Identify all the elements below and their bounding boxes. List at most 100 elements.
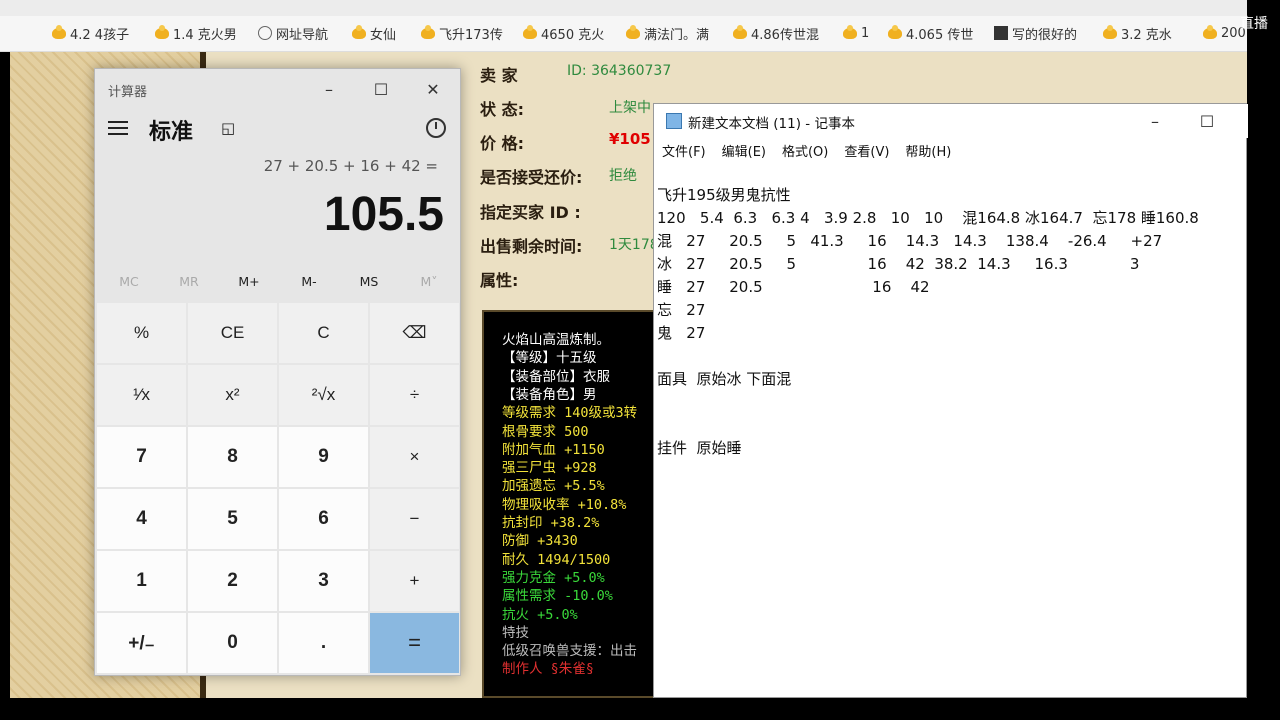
minimize-button[interactable]: – — [309, 75, 349, 103]
price-value: ¥105 — [609, 130, 651, 148]
bookmark-item[interactable]: 1.4 克火男 — [155, 22, 237, 44]
notepad-menu-item[interactable]: 编辑(E) — [714, 138, 774, 162]
item-attribute-line: 属性需求 -10.0% — [502, 588, 613, 605]
mascot-icon — [421, 24, 435, 39]
overlay-text: 直播 — [1240, 16, 1268, 32]
bookmark-item[interactable]: 1 — [843, 22, 869, 44]
bookmark-label: 满法门。满 — [644, 27, 710, 43]
divide-key[interactable]: ÷ — [370, 365, 459, 425]
digit-9-key[interactable]: 9 — [279, 427, 368, 487]
address-bar-strip — [0, 0, 1247, 16]
item-attribute-line: 【装备角色】男 — [502, 386, 597, 403]
memory-row: MC MR M+ M- MS M˅ — [99, 274, 459, 298]
bookmark-label: 4.2 4孩子 — [70, 27, 130, 43]
digit-1-key[interactable]: 1 — [97, 551, 186, 611]
memory-button[interactable]: MS — [339, 274, 399, 298]
notepad-text-area[interactable]: 飞升195级男鬼抗性 120 5.4 6.3 6.3 4 3.9 2.8 10 … — [657, 184, 1199, 460]
subtract-key[interactable]: − — [370, 489, 459, 549]
digit-8-key[interactable]: 8 — [188, 427, 277, 487]
notepad-minimize-button[interactable]: – — [1135, 107, 1175, 135]
bookmark-item[interactable]: 满法门。满 — [626, 22, 709, 44]
memory-button[interactable]: M- — [279, 274, 339, 298]
bookmark-item[interactable]: 女仙 — [352, 22, 396, 44]
clear-key[interactable]: C — [279, 303, 368, 363]
notepad-maximize-button[interactable]: ☐ — [1187, 107, 1227, 135]
digit-7-key[interactable]: 7 — [97, 427, 186, 487]
multiply-key[interactable]: × — [370, 427, 459, 487]
square-key[interactable]: x² — [188, 365, 277, 425]
bookmark-item[interactable]: 4.2 4孩子 — [52, 22, 129, 44]
bookmark-item[interactable]: 3.2 克水 — [1103, 22, 1172, 44]
seller-id: ID: 364360737 — [567, 63, 672, 79]
notepad-icon — [666, 113, 682, 129]
digit-4-key[interactable]: 4 — [97, 489, 186, 549]
bookmark-item[interactable]: 4.86传世混 — [733, 22, 819, 44]
calculator-mode: 标准 — [149, 120, 194, 145]
add-key[interactable]: + — [370, 551, 459, 611]
notepad-menu-item[interactable]: 文件(F) — [654, 138, 714, 162]
sqrt-key[interactable]: ²√x — [279, 365, 368, 425]
maximize-button[interactable]: ☐ — [361, 75, 401, 103]
bookmark-label: 飞升173传 — [439, 27, 503, 43]
reciprocal-key[interactable]: ¹⁄x — [97, 365, 186, 425]
notepad-menu-item[interactable]: 格式(O) — [774, 138, 836, 162]
memory-button[interactable]: MR — [159, 274, 219, 298]
item-attribute-line: 抗封印 +38.2% — [502, 515, 600, 531]
mascot-icon — [888, 24, 902, 39]
mascot-icon — [1103, 24, 1117, 39]
notepad-menu-item[interactable]: 帮助(H) — [897, 138, 959, 162]
notepad-titlebar: 新建文本文档 (11) - 记事本 – ☐ — [654, 104, 1248, 138]
bookmark-item[interactable]: 写的很好的 — [994, 22, 1077, 44]
price-label: 价 格: — [480, 134, 524, 153]
bookmark-item[interactable]: 4650 克火 — [523, 22, 604, 44]
item-attribute-line: 防御 +3430 — [502, 533, 578, 550]
decimal-key[interactable]: . — [279, 613, 368, 673]
item-attribute-line: 【等级】十五级 — [502, 350, 597, 367]
digit-5-key[interactable]: 5 — [188, 489, 277, 549]
bookmark-item[interactable]: 4.065 传世 — [888, 22, 973, 44]
dark-icon — [994, 26, 1008, 40]
bookmark-label: 写的很好的 — [1012, 27, 1078, 43]
buyer-id-label: 指定买家 ID : — [480, 203, 581, 222]
item-attribute-line: 【装备部位】衣服 — [502, 368, 610, 385]
bookmark-label: 1.4 克火男 — [173, 27, 237, 43]
right-edge — [1247, 0, 1280, 720]
item-attribute-line: 加强遗忘 +5.5% — [502, 478, 605, 495]
bookmark-label: 女仙 — [370, 27, 397, 43]
close-button[interactable]: ✕ — [413, 75, 453, 103]
notepad-menubar: 文件(F) 编辑(E) 格式(O) 查看(V) 帮助(H) — [654, 138, 1248, 162]
bookmark-item[interactable]: 网址导航 — [258, 22, 328, 44]
digit-3-key[interactable]: 3 — [279, 551, 368, 611]
keep-on-top-icon[interactable]: ◱ — [221, 119, 235, 137]
bargain-label: 是否接受还价: — [480, 168, 583, 187]
percent-key[interactable]: % — [97, 303, 186, 363]
negate-key[interactable]: +/₋ — [97, 613, 186, 673]
menu-icon[interactable] — [108, 121, 128, 137]
calculator-window: 计算器 – ☐ ✕ 标准 ◱ 27 + 20.5 + 16 + 42 = 105… — [94, 68, 461, 676]
notepad-menu-item[interactable]: 查看(V) — [836, 138, 897, 162]
clear-entry-key[interactable]: CE — [188, 303, 277, 363]
digit-6-key[interactable]: 6 — [279, 489, 368, 549]
memory-button[interactable]: M+ — [219, 274, 279, 298]
mascot-icon — [1203, 24, 1217, 39]
mascot-icon — [52, 24, 66, 39]
item-attribute-line: 制作人 §朱雀§ — [502, 661, 594, 678]
item-attribute-line: 物理吸收率 +10.8% — [502, 496, 627, 513]
bookmark-label: 网址导航 — [276, 27, 329, 43]
memory-button[interactable]: M˅ — [399, 274, 459, 298]
bookmark-label: 3.2 克水 — [1121, 27, 1172, 43]
item-attribute-line: 抗火 +5.0% — [502, 606, 578, 623]
bargain-value: 拒绝 — [609, 168, 637, 184]
backspace-key[interactable]: ⌫ — [370, 303, 459, 363]
memory-button[interactable]: MC — [99, 274, 159, 298]
equals-key[interactable]: = — [370, 613, 459, 673]
history-icon[interactable] — [426, 118, 446, 138]
bookmark-label: 1 — [861, 25, 870, 41]
digit-2-key[interactable]: 2 — [188, 551, 277, 611]
mascot-icon — [626, 24, 640, 39]
calculator-expression: 27 + 20.5 + 16 + 42 = — [263, 157, 438, 175]
digit-0-key[interactable]: 0 — [188, 613, 277, 673]
bookmark-item[interactable]: 飞升173传 — [421, 22, 503, 44]
item-attribute-line: 火焰山高温炼制。 — [502, 332, 610, 348]
notepad-title: 新建文本文档 (11) - 记事本 — [688, 116, 855, 132]
